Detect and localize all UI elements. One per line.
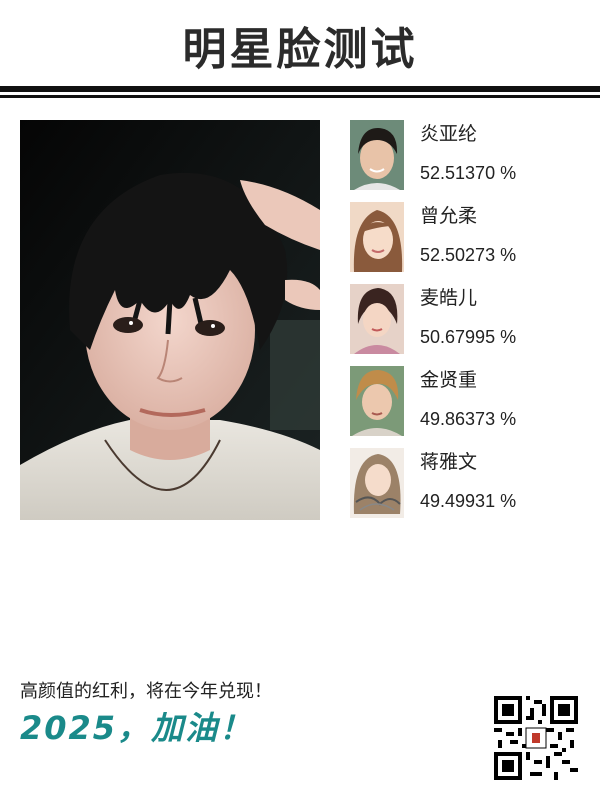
match-thumbnail [350,448,404,518]
match-item: 蒋雅文 49.49931 % [350,448,590,520]
match-score: 52.51370 % [420,163,517,183]
qr-code [494,696,578,780]
match-score: 50.67995 % [420,327,517,347]
match-name: 炎亚纶 [420,123,478,145]
user-portrait-photo [20,120,320,520]
footer-slogan: 2025，加油！ [20,709,254,747]
match-score: 49.86373 % [420,409,517,429]
match-name: 蒋雅文 [420,451,478,473]
match-thumbnail [350,366,404,436]
match-name: 金贤重 [420,369,478,391]
match-item: 曾允柔 52.50273 % [350,202,590,274]
page-title: 明星脸测试 [182,24,418,75]
match-thumbnail [350,284,404,354]
match-item: 金贤重 49.86373 % [350,366,590,438]
star-face-test-page: 明星脸测试 炎亚纶 52.51370 % 曾允柔 52.50273 % 麦皓儿 … [0,0,600,800]
footer-caption: 高颜值的红利，将在今年兑现！ [20,681,272,702]
match-name: 曾允柔 [420,205,478,227]
title-divider-thick [0,86,600,92]
match-name: 麦皓儿 [420,287,478,309]
match-thumbnail [350,202,404,272]
match-score: 52.50273 % [420,245,517,265]
title-divider-thin [0,95,600,98]
match-score: 49.49931 % [420,491,517,511]
match-thumbnail [350,120,404,190]
match-item: 麦皓儿 50.67995 % [350,284,590,356]
match-item: 炎亚纶 52.51370 % [350,120,590,192]
